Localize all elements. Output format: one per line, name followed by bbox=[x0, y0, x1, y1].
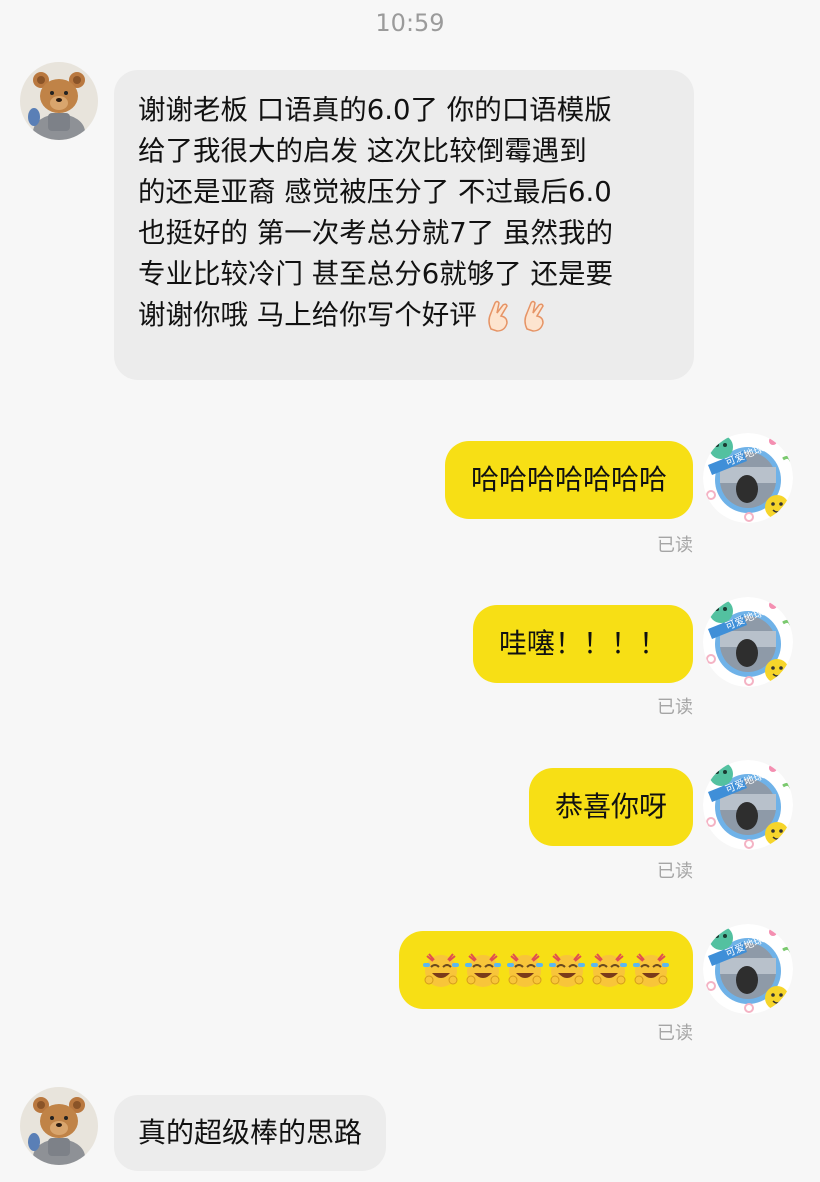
lovely-earth-avatar-image bbox=[703, 760, 793, 850]
teddy-bear-avatar[interactable] bbox=[20, 1087, 98, 1165]
message-text: 恭喜你呀 bbox=[554, 790, 667, 823]
lovely-earth-avatar[interactable] bbox=[703, 924, 793, 1014]
fingers-crossed-icon bbox=[483, 299, 513, 333]
message-line: 谢谢你哦 马上给你写个好评 bbox=[138, 299, 477, 331]
tears-of-joy-icon bbox=[421, 950, 461, 990]
message-bubble-outgoing[interactable] bbox=[399, 931, 693, 1009]
tears-of-joy-icon bbox=[505, 950, 545, 990]
message-line: 给了我很大的启发 这次比较倒霉遇到 bbox=[138, 135, 587, 167]
read-status: 已读 bbox=[657, 535, 693, 556]
message-bubble-incoming[interactable]: 谢谢老板 口语真的6.0了 你的口语模版 给了我很大的启发 这次比较倒霉遇到 的… bbox=[114, 70, 694, 380]
teddy-bear-avatar-image bbox=[20, 1087, 98, 1165]
emoji-row bbox=[421, 931, 671, 1009]
read-status: 已读 bbox=[657, 861, 693, 882]
lovely-earth-avatar[interactable] bbox=[703, 760, 793, 850]
message-text: 真的超级棒的思路 bbox=[138, 1116, 363, 1149]
lovely-earth-avatar-image bbox=[703, 433, 793, 523]
message-line: 专业比较冷门 甚至总分6就够了 还是要 bbox=[138, 258, 613, 290]
read-status: 已读 bbox=[657, 697, 693, 718]
lovely-earth-avatar-image bbox=[703, 597, 793, 687]
lovely-earth-avatar[interactable] bbox=[703, 597, 793, 687]
message-bubble-outgoing[interactable]: 哇噻！！！！ bbox=[472, 605, 693, 683]
message-line: 谢谢老板 口语真的6.0了 你的口语模版 bbox=[138, 94, 612, 126]
read-status: 已读 bbox=[657, 1023, 693, 1044]
lovely-earth-avatar[interactable] bbox=[703, 433, 793, 523]
teddy-bear-avatar-image bbox=[20, 62, 98, 140]
tears-of-joy-icon bbox=[463, 950, 503, 990]
tears-of-joy-icon bbox=[547, 950, 587, 990]
message-bubble-incoming[interactable]: 真的超级棒的思路 bbox=[114, 1095, 387, 1171]
lovely-earth-avatar-image bbox=[703, 924, 793, 1014]
fingers-crossed-icon bbox=[519, 299, 549, 333]
tears-of-joy-icon bbox=[631, 950, 671, 990]
message-text: 哇噻！！！！ bbox=[498, 627, 667, 660]
message-line: 的还是亚裔 感觉被压分了 不过最后6.0 bbox=[138, 176, 612, 208]
message-bubble-outgoing[interactable]: 哈哈哈哈哈哈哈 bbox=[444, 441, 693, 519]
message-text: 哈哈哈哈哈哈哈 bbox=[470, 463, 667, 496]
tears-of-joy-icon bbox=[589, 950, 629, 990]
timestamp: 10:59 bbox=[375, 9, 445, 37]
teddy-bear-avatar[interactable] bbox=[20, 62, 98, 140]
message-line: 也挺好的 第一次考总分就7了 虽然我的 bbox=[138, 217, 613, 249]
message-bubble-outgoing[interactable]: 恭喜你呀 bbox=[528, 768, 693, 846]
